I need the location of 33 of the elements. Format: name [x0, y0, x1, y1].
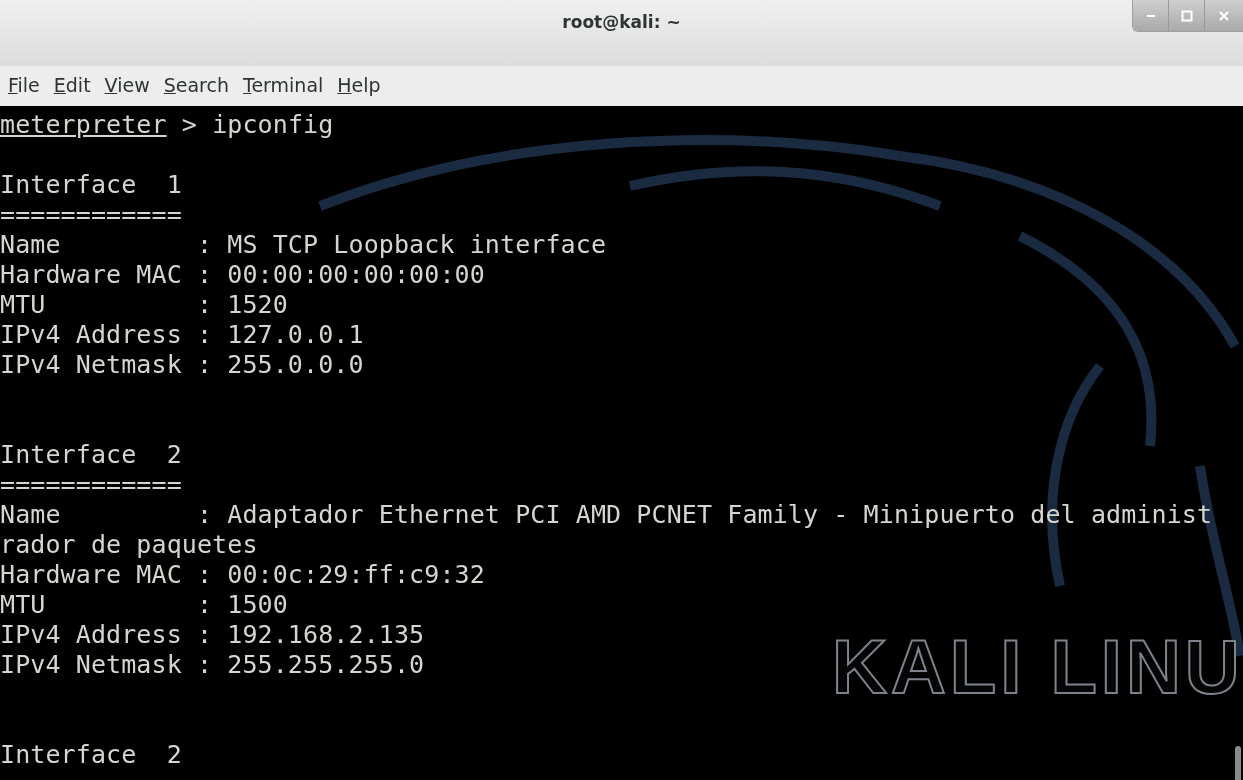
output-line: Name : MS TCP Loopback interface: [0, 230, 607, 260]
output-line: IPv4 Address : 127.0.0.1: [0, 320, 364, 350]
menu-item[interactable]: Terminal: [239, 66, 328, 98]
output-line: Interface 1: [0, 170, 182, 200]
close-button[interactable]: [1205, 0, 1243, 31]
output-line: ============: [0, 470, 182, 500]
output-line: MTU : 1520: [0, 290, 288, 320]
window-title: root@kali: ~: [562, 11, 681, 34]
output-line: IPv4 Netmask : 255.255.255.0: [0, 650, 425, 680]
menu-item[interactable]: View: [100, 66, 154, 98]
menu-item[interactable]: Edit: [49, 66, 95, 98]
menu-item[interactable]: Help: [333, 66, 385, 98]
close-icon: [1218, 9, 1230, 22]
menu-item[interactable]: Search: [159, 66, 233, 98]
maximize-button[interactable]: [1169, 0, 1205, 31]
output-line: Name : Adaptador Ethernet PCI AMD PCNET Family - Minipuerto del administ: [0, 500, 1213, 530]
minimize-button[interactable]: [1133, 0, 1169, 31]
command-text: > ipconfig: [180, 110, 334, 140]
kali-logo-text: KALI LINU: [832, 623, 1243, 711]
maximize-icon: [1180, 9, 1193, 22]
output-line: Interface 2: [0, 740, 182, 770]
output-line: Hardware MAC : 00:00:00:00:00:00: [0, 260, 485, 290]
prompt-name: meterpreter: [0, 110, 167, 140]
output-line: MTU : 1500: [0, 590, 288, 620]
output-line: rador de paquetes: [0, 530, 258, 560]
output-line: Hardware MAC : 00:0c:29:ff:c9:32: [0, 560, 485, 590]
output-line: ============: [0, 200, 182, 230]
output-line: Interface 2: [0, 440, 182, 470]
output-line: IPv4 Address : 192.168.2.135: [0, 620, 425, 650]
output-line: IPv4 Netmask : 255.0.0.0: [0, 350, 364, 380]
menu-item[interactable]: File: [4, 66, 44, 98]
minimize-icon: [1146, 14, 1155, 17]
scrollbar-thumb[interactable]: [1235, 746, 1241, 780]
